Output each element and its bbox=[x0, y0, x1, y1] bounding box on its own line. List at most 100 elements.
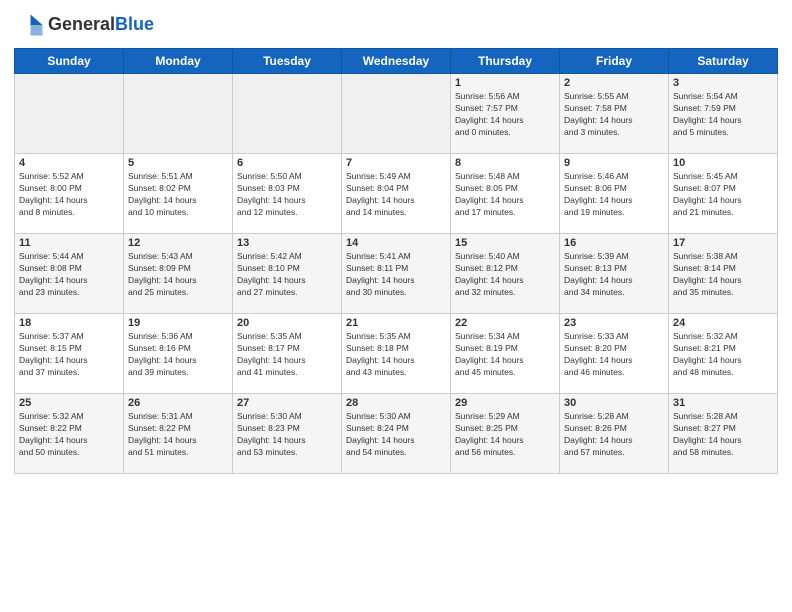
day-info: Sunrise: 5:50 AM Sunset: 8:03 PM Dayligh… bbox=[237, 171, 337, 219]
day-info: Sunrise: 5:37 AM Sunset: 8:15 PM Dayligh… bbox=[19, 331, 119, 379]
calendar-week-3: 11Sunrise: 5:44 AM Sunset: 8:08 PM Dayli… bbox=[15, 234, 778, 314]
day-number: 21 bbox=[346, 317, 446, 329]
calendar-cell: 29Sunrise: 5:29 AM Sunset: 8:25 PM Dayli… bbox=[451, 394, 560, 474]
day-info: Sunrise: 5:36 AM Sunset: 8:16 PM Dayligh… bbox=[128, 331, 228, 379]
calendar-cell: 5 Sunrise: 5:51 AM Sunset: 8:02 PM Daylig… bbox=[124, 154, 233, 234]
day-info: Sunrise: 5:44 AM Sunset: 8:08 PM Dayligh… bbox=[19, 251, 119, 299]
calendar-week-4: 18 Sunrise: 5:37 AM Sunset: 8:15 PM Dayli… bbox=[15, 314, 778, 394]
day-info: Sunrise: 5:38 AM Sunset: 8:14 PM Dayligh… bbox=[673, 251, 773, 299]
day-info: Sunrise: 5:35 AM Sunset: 8:17 PM Dayligh… bbox=[237, 331, 337, 379]
calendar-cell: 20Sunrise: 5:35 AM Sunset: 8:17 PM Dayli… bbox=[233, 314, 342, 394]
day-number: 12 bbox=[128, 237, 228, 249]
calendar-cell: 25 Sunrise: 5:32 AM Sunset: 8:22 PM Dayli… bbox=[15, 394, 124, 474]
day-number: 10 bbox=[673, 157, 773, 169]
day-number: 13 bbox=[237, 237, 337, 249]
calendar-cell: 23 Sunrise: 5:33 AM Sunset: 8:20 PM Dayli… bbox=[560, 314, 669, 394]
day-info: Sunrise: 5:42 AM Sunset: 8:10 PM Dayligh… bbox=[237, 251, 337, 299]
calendar-cell: 28 Sunrise: 5:30 AM Sunset: 8:24 PM Dayli… bbox=[342, 394, 451, 474]
calendar-cell: 14 Sunrise: 5:41 AM Sunset: 8:11 PM Dayli… bbox=[342, 234, 451, 314]
day-header-wednesday: Wednesday bbox=[342, 49, 451, 74]
calendar-cell: 24 Sunrise: 5:32 AM Sunset: 8:21 PM Dayli… bbox=[669, 314, 778, 394]
day-info: Sunrise: 5:45 AM Sunset: 8:07 PM Dayligh… bbox=[673, 171, 773, 219]
day-info: Sunrise: 5:31 AM Sunset: 8:22 PM Dayligh… bbox=[128, 411, 228, 459]
day-info: Sunrise: 5:32 AM Sunset: 8:21 PM Dayligh… bbox=[673, 331, 773, 379]
day-info: Sunrise: 5:33 AM Sunset: 8:20 PM Dayligh… bbox=[564, 331, 664, 379]
calendar-week-2: 4Sunrise: 5:52 AM Sunset: 8:00 PM Daylig… bbox=[15, 154, 778, 234]
day-header-monday: Monday bbox=[124, 49, 233, 74]
day-number: 16 bbox=[564, 237, 664, 249]
day-info: Sunrise: 5:55 AM Sunset: 7:58 PM Dayligh… bbox=[564, 91, 664, 139]
calendar-cell: 16 Sunrise: 5:39 AM Sunset: 8:13 PM Dayli… bbox=[560, 234, 669, 314]
day-number: 28 bbox=[346, 397, 446, 409]
day-info: Sunrise: 5:48 AM Sunset: 8:05 PM Dayligh… bbox=[455, 171, 555, 219]
calendar-week-5: 25 Sunrise: 5:32 AM Sunset: 8:22 PM Dayli… bbox=[15, 394, 778, 474]
calendar-cell: 6 Sunrise: 5:50 AM Sunset: 8:03 PM Daylig… bbox=[233, 154, 342, 234]
calendar-cell bbox=[233, 74, 342, 154]
day-number: 2 bbox=[564, 77, 664, 89]
calendar-cell: 17 Sunrise: 5:38 AM Sunset: 8:14 PM Dayli… bbox=[669, 234, 778, 314]
day-header-thursday: Thursday bbox=[451, 49, 560, 74]
day-header-tuesday: Tuesday bbox=[233, 49, 342, 74]
calendar-cell: 26 Sunrise: 5:31 AM Sunset: 8:22 PM Dayli… bbox=[124, 394, 233, 474]
day-info: Sunrise: 5:35 AM Sunset: 8:18 PM Dayligh… bbox=[346, 331, 446, 379]
day-info: Sunrise: 5:43 AM Sunset: 8:09 PM Dayligh… bbox=[128, 251, 228, 299]
day-info: Sunrise: 5:41 AM Sunset: 8:11 PM Dayligh… bbox=[346, 251, 446, 299]
day-info: Sunrise: 5:30 AM Sunset: 8:24 PM Dayligh… bbox=[346, 411, 446, 459]
day-number: 19 bbox=[128, 317, 228, 329]
calendar-header-row: SundayMondayTuesdayWednesdayThursdayFrid… bbox=[15, 49, 778, 74]
logo-icon bbox=[14, 10, 44, 40]
day-number: 26 bbox=[128, 397, 228, 409]
day-number: 29 bbox=[455, 397, 555, 409]
day-number: 8 bbox=[455, 157, 555, 169]
day-number: 30 bbox=[564, 397, 664, 409]
logo-text: GeneralBlue bbox=[48, 15, 154, 35]
day-number: 18 bbox=[19, 317, 119, 329]
day-number: 24 bbox=[673, 317, 773, 329]
calendar-cell: 4Sunrise: 5:52 AM Sunset: 8:00 PM Daylig… bbox=[15, 154, 124, 234]
calendar-cell: 21 Sunrise: 5:35 AM Sunset: 8:18 PM Dayli… bbox=[342, 314, 451, 394]
calendar-cell: 7 Sunrise: 5:49 AM Sunset: 8:04 PM Daylig… bbox=[342, 154, 451, 234]
calendar-cell bbox=[124, 74, 233, 154]
day-number: 25 bbox=[19, 397, 119, 409]
calendar-cell: 19 Sunrise: 5:36 AM Sunset: 8:16 PM Dayli… bbox=[124, 314, 233, 394]
calendar-cell: 10 Sunrise: 5:45 AM Sunset: 8:07 PM Dayli… bbox=[669, 154, 778, 234]
day-info: Sunrise: 5:52 AM Sunset: 8:00 PM Dayligh… bbox=[19, 171, 119, 219]
day-header-saturday: Saturday bbox=[669, 49, 778, 74]
day-number: 1 bbox=[455, 77, 555, 89]
logo: GeneralBlue bbox=[14, 10, 154, 40]
calendar-week-1: 1 Sunrise: 5:56 AM Sunset: 7:57 PM Daylig… bbox=[15, 74, 778, 154]
day-number: 6 bbox=[237, 157, 337, 169]
day-info: Sunrise: 5:46 AM Sunset: 8:06 PM Dayligh… bbox=[564, 171, 664, 219]
day-number: 14 bbox=[346, 237, 446, 249]
day-number: 31 bbox=[673, 397, 773, 409]
day-number: 17 bbox=[673, 237, 773, 249]
day-info: Sunrise: 5:56 AM Sunset: 7:57 PM Dayligh… bbox=[455, 91, 555, 139]
calendar-cell: 15Sunrise: 5:40 AM Sunset: 8:12 PM Dayli… bbox=[451, 234, 560, 314]
day-info: Sunrise: 5:28 AM Sunset: 8:27 PM Dayligh… bbox=[673, 411, 773, 459]
calendar-cell: 1 Sunrise: 5:56 AM Sunset: 7:57 PM Daylig… bbox=[451, 74, 560, 154]
day-info: Sunrise: 5:49 AM Sunset: 8:04 PM Dayligh… bbox=[346, 171, 446, 219]
calendar-cell: 18 Sunrise: 5:37 AM Sunset: 8:15 PM Dayli… bbox=[15, 314, 124, 394]
calendar-cell: 12 Sunrise: 5:43 AM Sunset: 8:09 PM Dayli… bbox=[124, 234, 233, 314]
calendar-cell bbox=[15, 74, 124, 154]
calendar-cell bbox=[342, 74, 451, 154]
calendar-cell: 31 Sunrise: 5:28 AM Sunset: 8:27 PM Dayli… bbox=[669, 394, 778, 474]
day-number: 22 bbox=[455, 317, 555, 329]
day-info: Sunrise: 5:28 AM Sunset: 8:26 PM Dayligh… bbox=[564, 411, 664, 459]
calendar-cell: 13 Sunrise: 5:42 AM Sunset: 8:10 PM Dayli… bbox=[233, 234, 342, 314]
day-info: Sunrise: 5:51 AM Sunset: 8:02 PM Dayligh… bbox=[128, 171, 228, 219]
day-info: Sunrise: 5:32 AM Sunset: 8:22 PM Dayligh… bbox=[19, 411, 119, 459]
day-info: Sunrise: 5:39 AM Sunset: 8:13 PM Dayligh… bbox=[564, 251, 664, 299]
day-info: Sunrise: 5:34 AM Sunset: 8:19 PM Dayligh… bbox=[455, 331, 555, 379]
calendar-cell: 2 Sunrise: 5:55 AM Sunset: 7:58 PM Daylig… bbox=[560, 74, 669, 154]
day-number: 5 bbox=[128, 157, 228, 169]
day-number: 23 bbox=[564, 317, 664, 329]
day-number: 7 bbox=[346, 157, 446, 169]
day-info: Sunrise: 5:54 AM Sunset: 7:59 PM Dayligh… bbox=[673, 91, 773, 139]
calendar-cell: 27Sunrise: 5:30 AM Sunset: 8:23 PM Dayli… bbox=[233, 394, 342, 474]
day-header-friday: Friday bbox=[560, 49, 669, 74]
day-header-sunday: Sunday bbox=[15, 49, 124, 74]
calendar-cell: 11Sunrise: 5:44 AM Sunset: 8:08 PM Dayli… bbox=[15, 234, 124, 314]
calendar-cell: 22 Sunrise: 5:34 AM Sunset: 8:19 PM Dayli… bbox=[451, 314, 560, 394]
page-header: GeneralBlue bbox=[14, 10, 778, 40]
